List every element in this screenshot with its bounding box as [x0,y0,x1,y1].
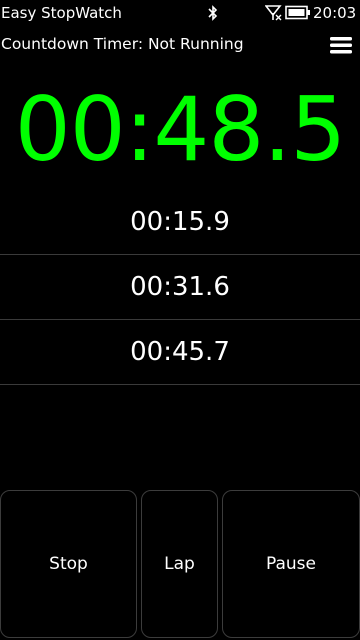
hamburger-menu-icon[interactable] [326,33,356,57]
stop-button[interactable]: Stop [0,490,137,638]
pause-button[interactable]: Pause [222,490,360,638]
app-name: Easy StopWatch [1,4,122,22]
status-clock: 20:03 [313,4,357,22]
control-bar: Stop Lap Pause [0,490,360,640]
lap-item: 00:45.7 [0,320,360,385]
countdown-timer-status: Countdown Timer: Not Running [1,35,244,53]
signal-icon [265,5,282,21]
bluetooth-icon [208,5,218,21]
battery-icon [285,5,310,20]
lap-item: 00:15.9 [0,190,360,255]
stopwatch-display: 00:48.5 [14,78,347,181]
lap-item: 00:31.6 [0,255,360,320]
status-bar: Easy StopWatch 20:03 [0,0,360,26]
sub-header: Countdown Timer: Not Running [0,30,360,58]
lap-list: 00:15.9 00:31.6 00:45.7 [0,190,360,385]
lap-button[interactable]: Lap [141,490,218,638]
